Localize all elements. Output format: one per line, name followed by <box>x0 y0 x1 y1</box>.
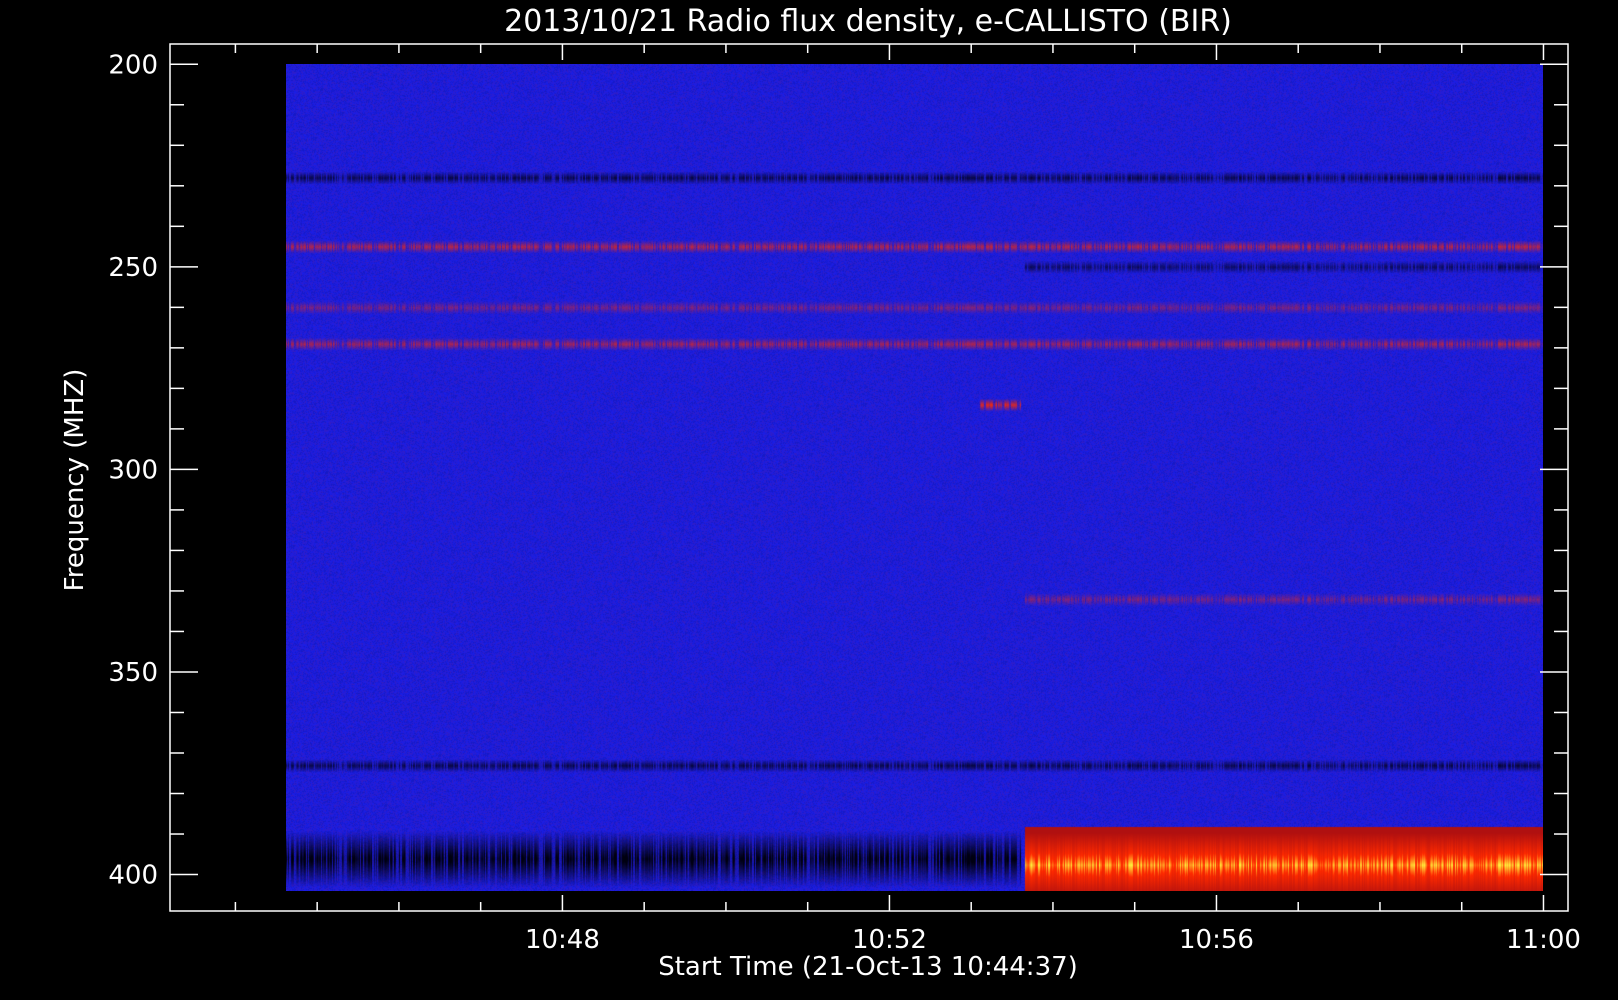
plot-area <box>169 43 1569 912</box>
x-axis-label: Start Time (21-Oct-13 10:44:37) <box>658 952 1078 982</box>
y-tick-label: 200 <box>108 50 158 80</box>
y-tick-label: 400 <box>108 861 158 891</box>
x-tick-label: 10:52 <box>852 925 927 955</box>
y-tick-label: 300 <box>108 455 158 485</box>
x-tick-label: 10:48 <box>525 925 600 955</box>
x-tick-label: 10:56 <box>1179 925 1254 955</box>
heatmap-image <box>286 64 1543 891</box>
spectrogram-chart: 2013/10/21 Radio flux density, e-CALLIST… <box>0 0 1618 1000</box>
y-axis-label: Frequency (MHZ) <box>60 369 90 592</box>
chart-title: 2013/10/21 Radio flux density, e-CALLIST… <box>504 4 1232 39</box>
y-tick-label: 350 <box>108 658 158 688</box>
y-tick-label: 250 <box>108 253 158 283</box>
x-tick-label: 11:00 <box>1506 925 1581 955</box>
